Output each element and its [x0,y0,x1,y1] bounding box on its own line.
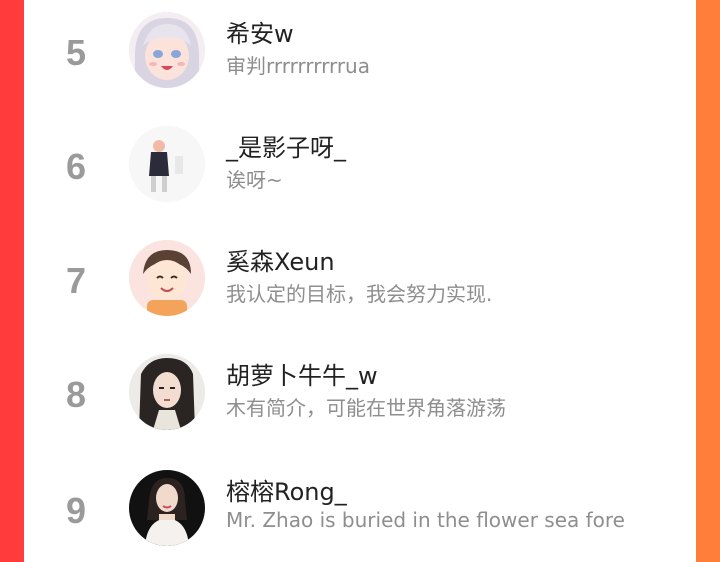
user-bio: 审判rrrrrrrrrrua [226,54,370,78]
woman-photo-avatar-image [129,470,205,546]
user-bio: Mr. Zhao is buried in the flower sea for… [226,508,625,532]
user-name[interactable]: 奚森Xeun [226,242,335,277]
leaderboard-row[interactable]: 7 奚森Xeun 我认定的目标，我会努力实现. [24,232,696,332]
rank-number: 5 [65,32,87,73]
user-bio: 木有简介，可能在世界角落游荡 [226,396,506,420]
rank-number: 6 [65,146,87,187]
user-avatar[interactable] [129,470,205,546]
ancient-style-avatar-image [129,354,205,430]
cartoon-boy-avatar-image [129,240,205,316]
anime-girl-avatar-image [129,12,205,88]
user-name[interactable]: 榕榕Rong_ [226,472,347,507]
leaderboard-row[interactable]: 6 _是影子呀_ 诶呀~ [24,118,696,218]
user-avatar[interactable] [129,126,205,202]
user-name[interactable]: 胡萝卜牛牛_w [226,356,378,391]
user-bio: 我认定的目标，我会努力实现. [226,282,493,306]
user-avatar[interactable] [129,240,205,316]
user-bio: 诶呀~ [226,168,283,192]
figure-photo-avatar-image [129,126,205,202]
rank-number: 9 [65,490,87,531]
leaderboard-card: 5 希安w 审判rrrrrrrrrrua 6 _是影子呀_ 诶呀~ 7 奚森Xe… [24,0,696,562]
leaderboard-row[interactable]: 5 希安w 审判rrrrrrrrrrua [24,4,696,104]
user-name[interactable]: 希安w [226,14,294,49]
user-avatar[interactable] [129,12,205,88]
rank-number: 7 [65,260,87,301]
leaderboard-row[interactable]: 8 胡萝卜牛牛_w 木有简介，可能在世界角落游荡 [24,346,696,446]
leaderboard-row[interactable]: 9 榕榕Rong_ Mr. Zhao is buried in the flow… [24,462,696,562]
rank-number: 8 [65,374,87,415]
user-avatar[interactable] [129,354,205,430]
user-name[interactable]: _是影子呀_ [226,128,346,163]
